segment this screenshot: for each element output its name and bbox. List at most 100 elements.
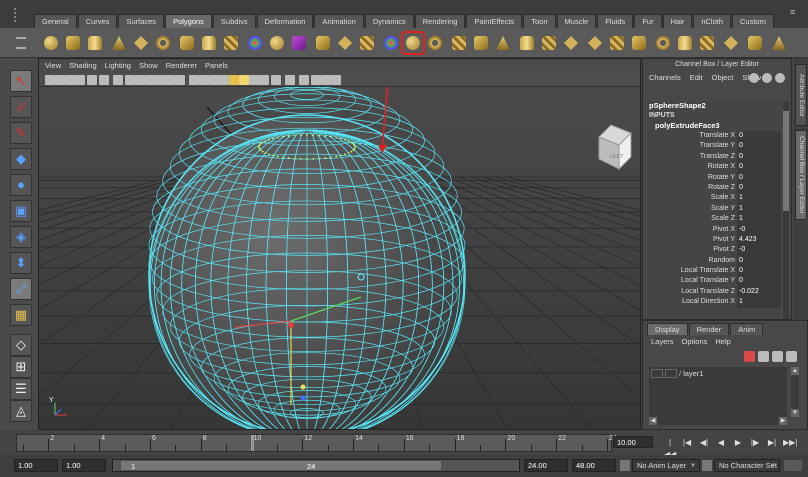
shelf-tab-polygons[interactable]: Polygons — [165, 14, 212, 28]
shelf-tab-fur[interactable]: Fur — [634, 14, 662, 28]
safe-action-icon[interactable] — [165, 75, 175, 85]
current-time-field[interactable]: 10.00 — [613, 436, 653, 448]
shelf-tab-surfaces[interactable]: Surfaces — [118, 14, 165, 28]
layer-list-hscrollbar[interactable]: ◀ ▶ — [649, 417, 787, 425]
select-tool-icon[interactable]: ↖ — [10, 70, 32, 92]
channel-name[interactable]: Translate Y — [647, 141, 737, 151]
xray-icon[interactable] — [311, 75, 321, 85]
layer-up-icon[interactable] — [772, 351, 783, 362]
scale-tool-icon[interactable]: ▣ — [10, 200, 32, 222]
channel-value-field[interactable]: 0 — [737, 151, 781, 163]
channel-name[interactable]: Rotate X — [647, 162, 737, 172]
layer-menu-layers[interactable]: Layers — [651, 335, 674, 349]
end-time-field[interactable]: 48.00 — [572, 459, 616, 472]
channel-name[interactable]: Translate X — [647, 131, 737, 141]
layer-menu-options[interactable]: Options — [682, 335, 708, 349]
pin-icon[interactable] — [775, 73, 785, 83]
channel-name[interactable]: Translate Z — [647, 152, 737, 162]
extract-icon[interactable] — [356, 32, 378, 54]
channel-row[interactable]: Rotate Z0 — [647, 182, 781, 194]
sculpt-icon[interactable] — [652, 32, 674, 54]
time-slider-track[interactable]: 24681012141618202224 — [16, 434, 617, 452]
insert-edge-loop-icon[interactable] — [606, 32, 628, 54]
step-back-key-icon[interactable]: |◀ — [681, 437, 693, 449]
channel-name[interactable]: Scale Y — [647, 204, 737, 214]
channel-row[interactable]: Translate Z0 — [647, 151, 781, 163]
cylinder-icon[interactable] — [84, 32, 106, 54]
channel-row[interactable]: Scale Y1 — [647, 203, 781, 215]
rotate-tool-icon[interactable]: ● — [10, 174, 32, 196]
channel-row[interactable]: Translate Y0 — [647, 141, 781, 152]
go-to-end-icon[interactable]: ▶▶| — [783, 437, 797, 449]
channel-value-field[interactable]: 1 — [737, 297, 781, 308]
plane-icon[interactable] — [130, 32, 152, 54]
four-pane-layout-icon[interactable]: ⊞ — [10, 356, 32, 378]
perspective-viewport[interactable]: View Shading Lighting Show Renderer Panels LE… — [38, 58, 641, 430]
cone-icon[interactable] — [108, 32, 130, 54]
bevel-icon[interactable] — [674, 32, 696, 54]
layer-tab-display[interactable]: Display — [647, 323, 688, 335]
select-camera-icon[interactable] — [45, 75, 55, 85]
smooth-icon[interactable] — [401, 31, 425, 55]
torus-icon[interactable] — [152, 32, 174, 54]
cleanup-icon[interactable] — [448, 32, 470, 54]
motion-blur-icon[interactable] — [259, 75, 269, 85]
shelf-tab-painteffects[interactable]: PaintEffects — [466, 14, 523, 28]
pipe-icon[interactable] — [220, 32, 242, 54]
shadows-icon[interactable] — [239, 75, 249, 85]
channel-row[interactable]: Pivot Z -0 — [647, 245, 781, 256]
screen-space-ao-icon[interactable] — [249, 75, 259, 85]
play-backwards-icon[interactable]: ◀ — [715, 437, 727, 449]
toggle-icon[interactable] — [762, 73, 772, 83]
separate-icon[interactable] — [334, 32, 356, 54]
channel-row[interactable]: Pivot X -0 — [647, 224, 781, 235]
channel-row[interactable]: Local Translate Y0 — [647, 276, 781, 287]
viewport-menu-lighting[interactable]: Lighting — [105, 59, 131, 73]
split-icon[interactable] — [584, 32, 606, 54]
go-to-start-icon[interactable]: |◀◀ — [664, 437, 676, 459]
scroll-up-arrow-icon[interactable]: ▲ — [791, 367, 799, 375]
channel-name[interactable]: Random — [647, 256, 737, 266]
wireframe-on-shaded-icon[interactable] — [209, 75, 219, 85]
layer-name[interactable]: layer1 — [683, 369, 703, 379]
layer-display-type-toggle[interactable] — [665, 369, 677, 378]
channel-value-field[interactable]: 4.423 — [737, 234, 781, 246]
layer-tab-anim[interactable]: Anim — [730, 323, 764, 335]
viewport-menu-view[interactable]: View — [45, 59, 61, 73]
textured-icon[interactable] — [219, 75, 229, 85]
shelf-tab-muscle[interactable]: Muscle — [556, 14, 597, 28]
shelf-tab-dynamics[interactable]: Dynamics — [364, 14, 414, 28]
helix-icon[interactable] — [244, 32, 266, 54]
input-node-name[interactable]: polyExtrudeFace3 — [647, 121, 781, 131]
attribute-editor-tab[interactable]: Attribute Editor — [795, 64, 807, 126]
channel-name[interactable]: Local Direction X — [647, 297, 737, 307]
channel-row[interactable]: Scale X1 — [647, 193, 781, 204]
channel-row[interactable]: Rotate Y0 — [647, 172, 781, 183]
channel-value-field[interactable]: 0 — [737, 162, 781, 173]
manipulator-y-handle[interactable] — [300, 384, 306, 390]
layer-visibility-toggle[interactable] — [651, 369, 663, 378]
bridge-icon[interactable] — [720, 32, 742, 54]
step-forward-key-icon[interactable]: ▶| — [766, 437, 778, 449]
layer-tab-render[interactable]: Render — [688, 323, 730, 335]
playback-end-field[interactable]: 24.00 — [524, 459, 568, 472]
channel-row[interactable]: Scale Z1 — [647, 214, 781, 225]
isolate-select-icon[interactable] — [299, 75, 309, 85]
new-layer-selected-icon[interactable] — [758, 351, 769, 362]
scroll-right-arrow-icon[interactable]: ▶ — [779, 417, 787, 425]
current-time-marker[interactable] — [250, 435, 254, 451]
triangulate-icon[interactable] — [470, 32, 492, 54]
channel-value-field[interactable]: 1 — [737, 203, 781, 215]
shelf-tab-animation[interactable]: Animation — [314, 14, 364, 28]
shelf-tab-subdivs[interactable]: Subdivs — [212, 14, 256, 28]
channel-name[interactable]: Scale X — [647, 193, 737, 203]
wedge-icon[interactable] — [744, 32, 766, 54]
extrude-tool-icon[interactable]: ▦ — [10, 304, 32, 326]
extrude-face-icon[interactable] — [696, 32, 718, 54]
play-forwards-icon[interactable]: ▶ — [732, 437, 744, 449]
scroll-left-arrow-icon[interactable]: ◀ — [649, 417, 657, 425]
make-hole-icon[interactable] — [538, 32, 560, 54]
bookmark-icon[interactable] — [65, 75, 75, 85]
channel-row[interactable]: Translate X0 — [647, 131, 781, 142]
safe-title-icon[interactable] — [175, 75, 185, 85]
